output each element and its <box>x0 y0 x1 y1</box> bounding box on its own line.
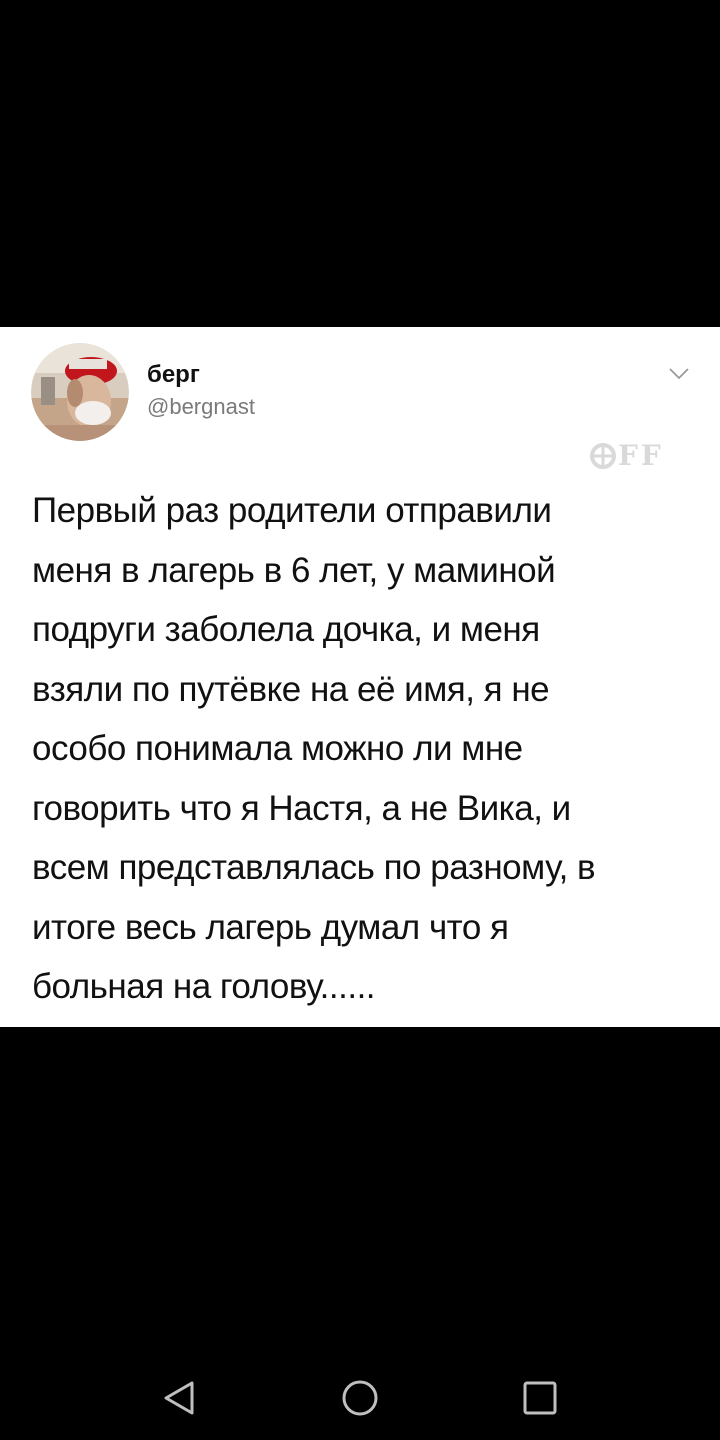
back-triangle-icon[interactable] <box>160 1378 200 1418</box>
tweet-text-line: Первый раз родители отправили <box>32 491 552 530</box>
tweet-text: Первый раз родители отправили меня в лаг… <box>32 481 692 1017</box>
avatar[interactable] <box>31 343 129 441</box>
tweet-text-line: подруги заболела дочка, и меня <box>32 610 540 649</box>
author-handle[interactable]: @bergnast <box>147 394 255 420</box>
home-circle-icon[interactable] <box>340 1378 380 1418</box>
tweet-text-line: больная на голову...... <box>32 967 376 1006</box>
tweet-text-line: говорить что я Настя, а не Вика, и <box>32 788 571 828</box>
tweet-text-line: взяли по путёвке на её имя, я не <box>32 669 550 709</box>
author-name[interactable]: берг <box>147 361 200 389</box>
watermark: FF <box>590 439 682 473</box>
watermark-text: FF <box>618 439 664 472</box>
recents-square-icon[interactable] <box>520 1378 560 1418</box>
tweet-text-line: особо понимала можно ли мне <box>32 729 523 768</box>
tweet-text-line: всем представлялась по разному, в <box>32 848 596 887</box>
tweet-text-line: итоге весь лагерь думал что я <box>32 907 509 947</box>
tweet-card: берг @bergnast FF Первый раз родители от… <box>0 327 720 1027</box>
avatar-photo <box>31 343 129 441</box>
system-navigation-bar <box>0 1350 720 1440</box>
chevron-down-icon[interactable] <box>668 367 690 381</box>
watermark-seal-icon <box>590 443 616 469</box>
tweet-text-line: меня в лагерь в 6 лет, у маминой <box>32 550 556 590</box>
